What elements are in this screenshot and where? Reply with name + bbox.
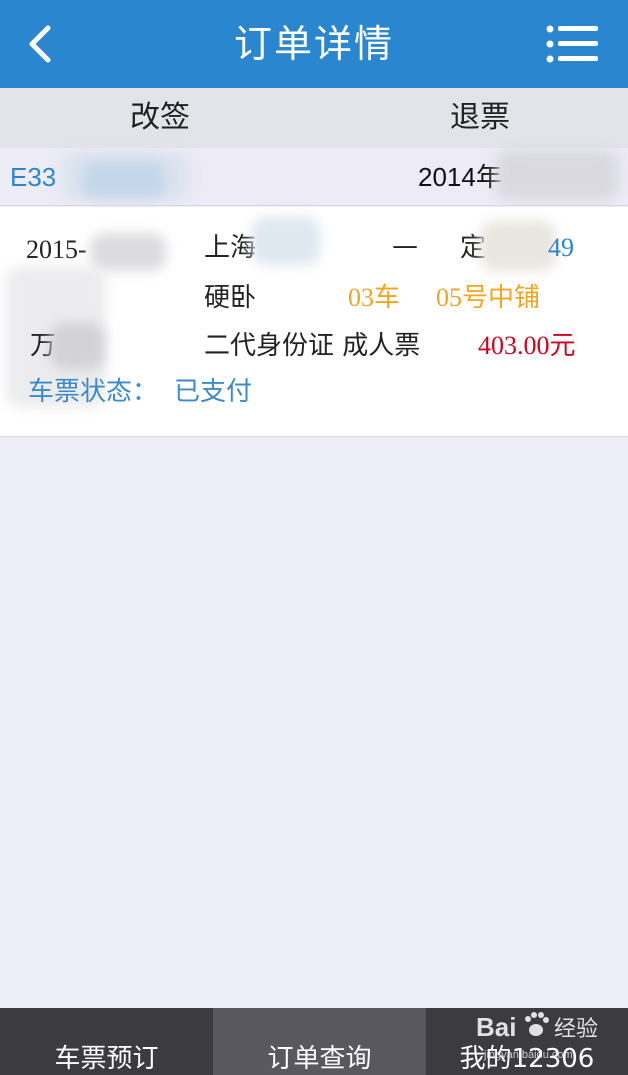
order-actions-bar: 改签 退票 <box>0 88 628 148</box>
redaction-blur <box>90 233 166 271</box>
ticket-status-label: 车票状态： <box>28 377 159 407</box>
ticket-card[interactable]: 2015- 上海 — 定 49 硬卧 03车 05号中铺 万 二代身份证 成人票… <box>0 207 628 437</box>
ticket-status-value: 已支付 <box>174 377 253 407</box>
travel-date: 2015- <box>26 235 87 264</box>
redaction-blur <box>50 323 104 369</box>
top-app-bar: 订单详情 <box>0 0 628 88</box>
seat-number: 49 <box>548 233 574 262</box>
refund-ticket-button[interactable]: 退票 <box>380 88 580 148</box>
watermark-url: jingyan.baidu.com <box>483 1049 573 1061</box>
page-title: 订单详情 <box>233 22 394 66</box>
seat-type: 硬卧 <box>204 283 257 313</box>
berth-number: 05号中铺 <box>436 283 541 312</box>
order-number: E33 <box>10 162 57 192</box>
change-ticket-button[interactable]: 改签 <box>60 88 260 148</box>
watermark-brand: Bai <box>476 1012 516 1042</box>
redaction-blur <box>82 162 166 198</box>
paw-icon <box>525 1012 549 1036</box>
tab-order-query[interactable]: 订单查询 <box>213 1008 426 1075</box>
tab-ticket-booking[interactable]: 车票预订 <box>0 1008 213 1075</box>
id-and-ticket-type: 二代身份证 成人票 <box>204 331 421 361</box>
redaction-blur <box>480 221 556 271</box>
departure-station: 上海 <box>204 233 257 263</box>
baidu-jingyan-watermark: Bai 经验 jingyan.baidu.com <box>476 1012 598 1061</box>
watermark-suffix: 经验 <box>554 1017 598 1042</box>
hamburger-menu-icon[interactable] <box>546 24 598 64</box>
redaction-blur <box>252 217 320 265</box>
order-date: 2014年 <box>418 162 502 192</box>
route-separator: — <box>392 231 418 261</box>
order-summary-row: E33 2014年 <box>0 148 628 206</box>
ticket-price: 403.00元 <box>478 331 576 360</box>
redaction-blur <box>496 150 618 200</box>
car-number: 03车 <box>348 283 401 312</box>
